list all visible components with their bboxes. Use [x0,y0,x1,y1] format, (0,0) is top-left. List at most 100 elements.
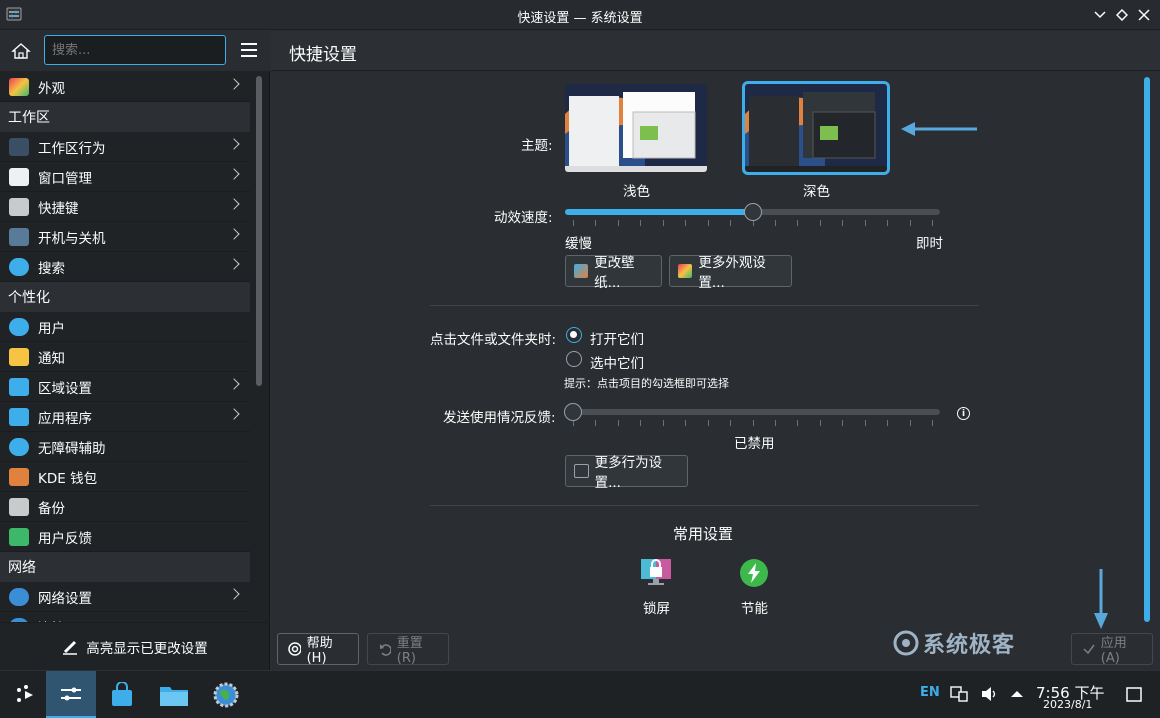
sidebar-category: 工作区 [0,102,250,132]
task-file-manager[interactable] [149,671,199,718]
sidebar-item[interactable]: 窗口管理 [0,162,250,192]
sidebar-item[interactable]: KDE 钱包 [0,462,250,492]
task-system-settings[interactable] [46,671,96,718]
sidebar-item[interactable]: 开机与关机 [0,222,250,252]
help-button[interactable]: 帮助(H) [277,633,359,666]
sidebar-item[interactable]: 无障碍辅助 [0,432,250,462]
globe-gear-icon [213,682,239,707]
sidebar-item[interactable]: 外观 [0,72,250,102]
highlight-changed-label: 高亮显示已更改设置 [86,640,208,657]
applications-icon [9,408,29,426]
show-desktop-icon[interactable] [1126,687,1142,702]
click-select-label: 选中它们 [590,356,644,372]
slider-tick [595,220,597,226]
sidebar-item-label: 通知 [38,350,65,367]
maximize-button[interactable] [1112,5,1132,25]
info-icon[interactable]: i [957,407,970,420]
app-launcher-button[interactable] [0,671,50,718]
highlight-changed-settings-button[interactable]: 高亮显示已更改设置 [0,622,270,670]
feedback-value-label: 已禁用 [734,436,775,452]
theme-label: 主题: [521,138,553,154]
feedback-knob[interactable] [564,403,582,421]
title-bar: 快速设置 — 系统设置 [0,0,1160,30]
animation-slow-label: 缓慢 [565,236,592,252]
sidebar-item-label: 用户 [38,320,65,337]
sidebar-item[interactable]: 连接 [0,612,250,622]
sidebar-header [0,31,270,71]
sidebar-item[interactable]: 区域设置 [0,372,250,402]
clock-date[interactable]: 2023/8/1 [1043,698,1092,711]
theme-light-preview[interactable] [565,84,707,172]
lock-screen-icon [641,559,671,585]
settings-sliders-icon [574,464,589,478]
home-icon[interactable] [11,41,31,61]
network-wired-icon[interactable] [950,686,968,702]
sidebar-item[interactable]: 搜索 [0,252,250,282]
animation-speed-fill [565,209,753,215]
sidebar-item[interactable]: 备份 [0,492,250,522]
backup-icon [9,498,29,516]
slider-tick [797,420,799,426]
sidebar-item-label: 无障碍辅助 [38,440,106,457]
slider-tick [864,420,866,426]
click-hint: 提示：点击项目的勾选框即可选择 [564,377,729,390]
checkmark-icon [1083,644,1095,655]
sidebar-item[interactable]: 用户反馈 [0,522,250,552]
reset-label: 重置(R) [396,636,423,666]
change-wallpaper-label: 更改壁纸... [594,255,635,291]
slider-tick [842,420,844,426]
shopping-bag-icon [112,681,132,706]
window-title: 快速设置 — 系统设置 [517,11,643,26]
change-wallpaper-button[interactable]: 更改壁纸... [565,255,662,291]
apply-button[interactable]: 应用(A) [1071,633,1153,666]
sidebar-item[interactable]: 用户 [0,312,250,342]
sidebar-item-label: 网络设置 [38,590,92,607]
sidebar-item[interactable]: 快捷键 [0,192,250,222]
sidebar-item-label: 窗口管理 [38,170,92,187]
slider-tick [797,220,799,226]
tray-expand-icon[interactable] [1010,690,1024,698]
lock-screen-label: 锁屏 [643,601,670,617]
main-scrollbar[interactable] [1144,77,1150,622]
click-select-radio[interactable] [566,351,582,367]
volume-icon[interactable] [981,686,999,702]
more-behavior-button[interactable]: 更多行为设置... [565,455,688,491]
search-input[interactable] [44,35,226,65]
animation-speed-knob[interactable] [743,203,762,221]
slider-tick [707,220,709,226]
power-lightning-icon [740,559,768,587]
settings-window: 快速设置 — 系统设置 外观工作区工作区行为窗口管理快捷键开机与关机搜索个性化用… [0,0,1160,670]
hamburger-menu-icon[interactable] [241,43,257,57]
sidebar-item-label: 应用程序 [38,410,92,427]
close-button[interactable] [1134,5,1154,25]
lock-screen-shortcut[interactable]: 锁屏 [627,557,685,617]
sidebar-item[interactable]: 网络设置 [0,582,250,612]
slider-tick [887,220,889,226]
slider-tick [932,220,933,226]
sidebar-scrollbar[interactable] [256,76,262,386]
minimize-button[interactable] [1090,5,1110,25]
divider [430,305,979,306]
slider-tick [887,420,889,426]
chevron-right-icon [228,258,240,270]
task-discover[interactable] [97,671,147,718]
sidebar-item[interactable]: 工作区行为 [0,132,250,162]
keyboard-layout-indicator[interactable]: EN [920,685,940,700]
click-behavior-label: 点击文件或文件夹时: [430,332,557,348]
sidebar-item[interactable]: 通知 [0,342,250,372]
power-saving-shortcut[interactable]: 节能 [727,557,785,617]
reset-button[interactable]: 重置(R) [367,633,449,666]
keyboard-icon [9,198,29,216]
feedback-slider[interactable] [565,409,940,415]
more-appearance-label: 更多外观设置... [698,255,766,291]
task-settings-globe[interactable] [201,671,251,718]
slider-tick [774,220,776,226]
theme-dark-preview[interactable] [742,81,890,175]
more-appearance-button[interactable]: 更多外观设置... [669,255,792,291]
sidebar-item[interactable]: 应用程序 [0,402,250,432]
dark-theme-thumbnail [745,84,887,172]
click-open-radio[interactable] [566,327,582,343]
slider-tick [752,420,754,426]
slider-tick [842,220,844,226]
power-saving-label: 节能 [741,601,768,617]
